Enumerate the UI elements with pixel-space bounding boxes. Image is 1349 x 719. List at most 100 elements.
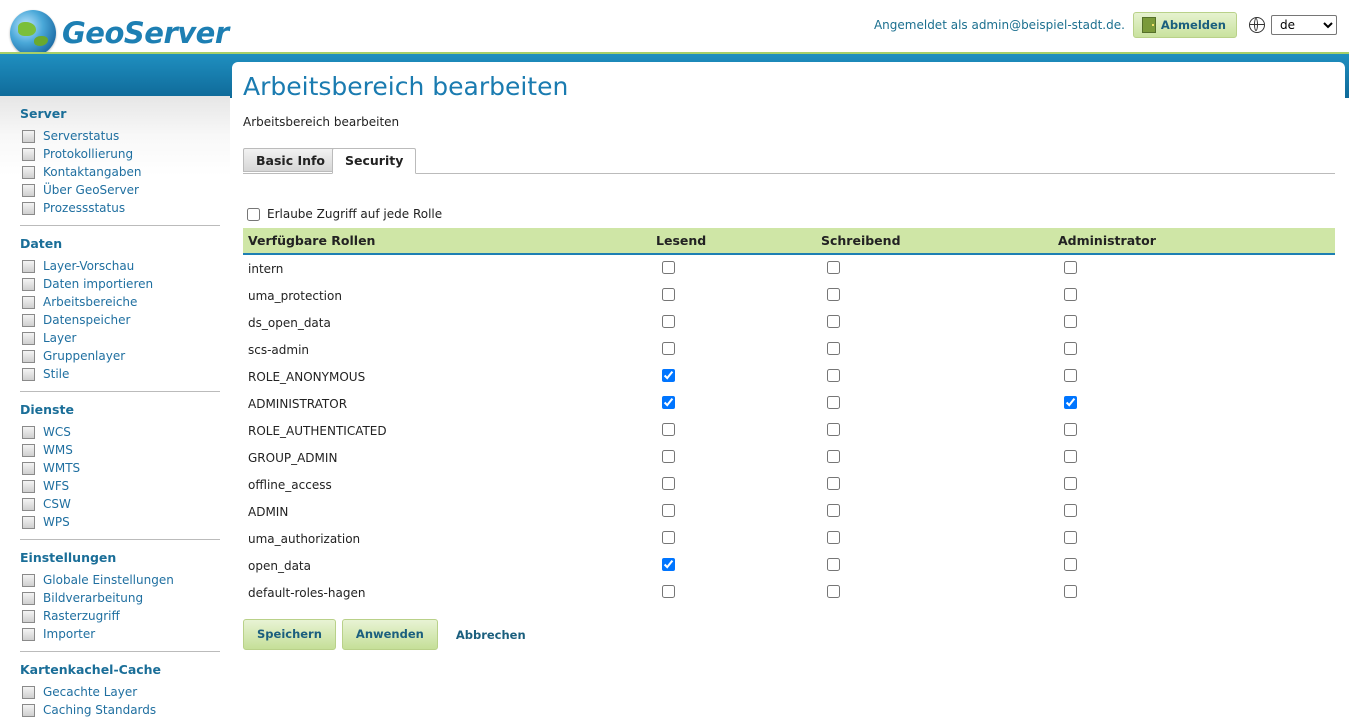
read-checkbox[interactable] bbox=[662, 584, 675, 598]
write-checkbox[interactable] bbox=[827, 449, 840, 463]
sidebar-item[interactable]: Globale Einstellungen bbox=[20, 571, 220, 589]
tab-security[interactable]: Security bbox=[332, 148, 417, 174]
column-header-write: Schreibend bbox=[816, 228, 1053, 255]
write-checkbox[interactable] bbox=[827, 557, 840, 571]
write-checkbox[interactable] bbox=[827, 422, 840, 436]
permission-cell bbox=[651, 254, 816, 282]
sidebar-item[interactable]: Über GeoServer bbox=[20, 181, 220, 199]
permission-cell bbox=[816, 498, 1053, 525]
sidebar-item[interactable]: Gruppenlayer bbox=[20, 347, 220, 365]
sidebar-item[interactable]: Prozessstatus bbox=[20, 199, 220, 217]
cancel-link[interactable]: Abbrechen bbox=[456, 628, 526, 642]
sidebar-item[interactable]: WFS bbox=[20, 477, 220, 495]
write-checkbox[interactable] bbox=[827, 341, 840, 355]
admin-checkbox[interactable] bbox=[1064, 584, 1077, 598]
apply-button[interactable]: Anwenden bbox=[341, 619, 438, 650]
any-role-checkbox[interactable] bbox=[247, 207, 260, 221]
any-role-option[interactable]: Erlaube Zugriff auf jede Rolle bbox=[247, 207, 442, 221]
page-title: Arbeitsbereich bearbeiten bbox=[243, 72, 569, 101]
admin-checkbox[interactable] bbox=[1064, 260, 1077, 274]
sidebar-item[interactable]: Layer bbox=[20, 329, 220, 347]
permission-cell bbox=[1053, 525, 1335, 552]
sidebar-item[interactable]: Importer bbox=[20, 625, 220, 643]
permission-cell bbox=[816, 282, 1053, 309]
admin-checkbox[interactable] bbox=[1064, 314, 1077, 328]
admin-checkbox[interactable] bbox=[1064, 503, 1077, 517]
sidebar-item[interactable]: Rasterzugriff bbox=[20, 607, 220, 625]
sidebar-item-label: Stile bbox=[43, 367, 70, 381]
read-checkbox[interactable] bbox=[662, 341, 675, 355]
permission-cell bbox=[1053, 309, 1335, 336]
tab-bar: Basic Info Security bbox=[243, 148, 1335, 174]
read-checkbox[interactable] bbox=[662, 422, 675, 436]
column-header-roles: Verfügbare Rollen bbox=[243, 228, 651, 255]
read-checkbox[interactable] bbox=[662, 503, 675, 517]
sidebar-item[interactable]: Daten importieren bbox=[20, 275, 220, 293]
tab-basic-info[interactable]: Basic Info bbox=[243, 148, 339, 172]
sidebar-item[interactable]: WPS bbox=[20, 513, 220, 531]
sidebar-item-label: Daten importieren bbox=[43, 277, 154, 291]
admin-checkbox[interactable] bbox=[1064, 368, 1077, 382]
admin-checkbox[interactable] bbox=[1064, 341, 1077, 355]
sidebar-item[interactable]: Kontaktangaben bbox=[20, 163, 220, 181]
admin-checkbox[interactable] bbox=[1064, 395, 1077, 409]
sidebar-item[interactable]: Gecachte Layer bbox=[20, 683, 220, 701]
admin-checkbox[interactable] bbox=[1064, 287, 1077, 301]
admin-checkbox[interactable] bbox=[1064, 557, 1077, 571]
sidebar-item[interactable]: WMTS bbox=[20, 459, 220, 477]
geoserver-logo[interactable]: GeoServer bbox=[10, 10, 229, 56]
permission-cell bbox=[651, 444, 816, 471]
write-checkbox[interactable] bbox=[827, 584, 840, 598]
write-checkbox[interactable] bbox=[827, 368, 840, 382]
sidebar-item[interactable]: Datenspeicher bbox=[20, 311, 220, 329]
write-checkbox[interactable] bbox=[827, 314, 840, 328]
sidebar-item[interactable]: CSW bbox=[20, 495, 220, 513]
role-name: uma_protection bbox=[248, 288, 342, 303]
read-checkbox[interactable] bbox=[662, 395, 675, 409]
read-checkbox[interactable] bbox=[662, 557, 675, 571]
admin-checkbox[interactable] bbox=[1064, 530, 1077, 544]
any-role-label: Erlaube Zugriff auf jede Rolle bbox=[267, 207, 443, 221]
read-checkbox[interactable] bbox=[662, 530, 675, 544]
sidebar-item[interactable]: Stile bbox=[20, 365, 220, 383]
language-select[interactable]: de bbox=[1271, 15, 1337, 35]
sidebar-item-label: WMTS bbox=[43, 461, 81, 475]
table-row: GROUP_ADMIN bbox=[243, 444, 1335, 471]
read-checkbox[interactable] bbox=[662, 314, 675, 328]
admin-checkbox[interactable] bbox=[1064, 422, 1077, 436]
read-checkbox[interactable] bbox=[662, 260, 675, 274]
read-checkbox[interactable] bbox=[662, 368, 675, 382]
write-checkbox[interactable] bbox=[827, 395, 840, 409]
sidebar-section-title: Einstellungen bbox=[20, 550, 117, 565]
write-checkbox[interactable] bbox=[827, 476, 840, 490]
write-checkbox[interactable] bbox=[827, 503, 840, 517]
write-checkbox[interactable] bbox=[827, 287, 840, 301]
read-checkbox[interactable] bbox=[662, 449, 675, 463]
permission-cell bbox=[816, 254, 1053, 282]
logout-button[interactable]: Abmelden bbox=[1132, 12, 1237, 38]
sidebar-item[interactable]: Protokollierung bbox=[20, 145, 220, 163]
admin-checkbox[interactable] bbox=[1064, 449, 1077, 463]
permission-cell bbox=[651, 552, 816, 579]
permission-cell bbox=[816, 444, 1053, 471]
role-name: ROLE_AUTHENTICATED bbox=[248, 423, 387, 438]
read-checkbox[interactable] bbox=[662, 476, 675, 490]
sidebar-item[interactable]: WMS bbox=[20, 441, 220, 459]
permission-cell bbox=[1053, 417, 1335, 444]
save-button[interactable]: Speichern bbox=[243, 619, 336, 650]
sidebar-item[interactable]: WCS bbox=[20, 423, 220, 441]
sidebar-item-label: Layer-Vorschau bbox=[43, 259, 135, 273]
sidebar-item[interactable]: Arbeitsbereiche bbox=[20, 293, 220, 311]
sidebar-item[interactable]: Layer-Vorschau bbox=[20, 257, 220, 275]
write-checkbox[interactable] bbox=[827, 260, 840, 274]
role-name: default-roles-hagen bbox=[248, 585, 366, 600]
table-row: ROLE_AUTHENTICATED bbox=[243, 417, 1335, 444]
write-checkbox[interactable] bbox=[827, 530, 840, 544]
read-checkbox[interactable] bbox=[662, 287, 675, 301]
sidebar-section-title: Server bbox=[20, 106, 67, 121]
sidebar-item-label: Rasterzugriff bbox=[43, 609, 120, 623]
admin-checkbox[interactable] bbox=[1064, 476, 1077, 490]
sidebar-item[interactable]: Bildverarbeitung bbox=[20, 589, 220, 607]
sidebar-item[interactable]: Caching Standards bbox=[20, 701, 220, 719]
sidebar-item[interactable]: Serverstatus bbox=[20, 127, 220, 145]
